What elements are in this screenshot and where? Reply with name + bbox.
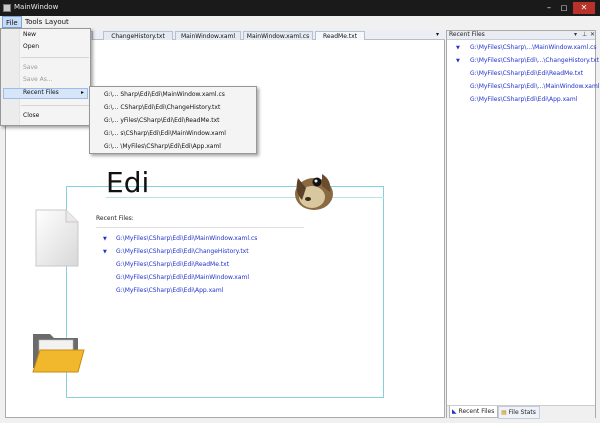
tab-mainwindow-xaml[interactable]: MainWindow.xaml	[175, 31, 241, 40]
tab-file-stats-label: File Stats	[508, 409, 536, 416]
recent-link[interactable]: G:\MyFiles\CSharp\Edi\Edi\MainWindow.xam…	[116, 235, 257, 242]
recent-files-tab-icon: ◣	[452, 408, 457, 415]
recent-link[interactable]: G:\MyFiles\CSharp\Edi\Edi\App.xaml	[116, 287, 223, 294]
tab-changehistory[interactable]: ChangeHistory.txt	[103, 31, 173, 40]
menu-icon-gutter	[1, 29, 20, 125]
submenu-recent-item[interactable]: G:\... \MyFiles\CSharp\Edi\Edi\App.xaml	[104, 142, 221, 152]
recent-link[interactable]: G:\MyFiles\CSharp\Edi\Edi\ChangeHistory.…	[116, 248, 249, 255]
panel-close-icon[interactable]: ✕	[590, 31, 595, 38]
window-title: MainWindow	[14, 3, 59, 11]
document-icon	[35, 209, 79, 267]
app-icon[interactable]	[3, 4, 11, 12]
tab-mainwindow-xaml-cs[interactable]: MainWindow.xaml.cs	[243, 31, 313, 40]
panel-dropdown-icon[interactable]: ▾	[574, 31, 577, 38]
menu-bar: File Tools Layout	[0, 16, 600, 28]
menu-separator	[21, 57, 89, 58]
menu-close[interactable]: Close	[23, 111, 39, 121]
minimize-button[interactable]: –	[542, 2, 556, 14]
recent-files-submenu: G:\... Sharp\Edi\Edi\MainWindow.xaml.cs …	[89, 86, 257, 154]
pin-icon[interactable]: ▼	[103, 236, 107, 242]
tab-recent-files-label: Recent Files	[458, 408, 495, 415]
recent-files-divider	[96, 227, 304, 228]
submenu-recent-item[interactable]: G:\... s\CSharp\Edi\Edi\MainWindow.xaml	[104, 129, 226, 139]
start-page-title: Edi	[106, 166, 150, 199]
close-window-button[interactable]: ✕	[573, 2, 595, 14]
title-bar: MainWindow – □ ✕	[0, 0, 600, 16]
submenu-recent-item[interactable]: G:\... CSharp\Edi\Edi\ChangeHistory.txt	[104, 103, 220, 113]
recent-files-heading: Recent Files:	[96, 215, 134, 222]
tab-file-stats[interactable]: ▦ File Stats	[498, 406, 540, 419]
menu-file[interactable]: File	[2, 16, 22, 28]
pin-icon[interactable]: ▼	[456, 58, 460, 64]
file-menu-dropdown: New Open Save Save As... Recent Files ▸ …	[0, 28, 91, 126]
panel-title: Recent Files	[449, 31, 485, 38]
menu-save[interactable]: Save	[23, 63, 38, 73]
menu-layout[interactable]: Layout	[42, 16, 72, 28]
menu-separator	[21, 105, 89, 106]
menu-recent-files-label: Recent Files	[23, 89, 59, 96]
panel-recent-link[interactable]: G:\MyFiles\CSharp\Edi\...\ChangeHistory.…	[470, 57, 599, 64]
tab-readme[interactable]: ReadMe.txt	[315, 31, 365, 40]
title-divider	[106, 197, 384, 198]
menu-open[interactable]: Open	[23, 42, 39, 52]
pin-icon[interactable]: ▼	[103, 249, 107, 255]
panel-recent-link[interactable]: G:\MyFiles\CSharp\Edi\Edi\App.xaml	[470, 96, 577, 103]
dog-logo-icon	[295, 174, 333, 210]
menu-save-as[interactable]: Save As...	[23, 75, 53, 85]
submenu-recent-item[interactable]: G:\... yFiles\CSharp\Edi\Edi\ReadMe.txt	[104, 116, 220, 126]
panel-recent-link[interactable]: G:\MyFiles\CSharp\Edi\...\MainWindow.xam…	[470, 83, 600, 90]
file-stats-tab-icon: ▦	[501, 409, 507, 416]
submenu-arrow-icon: ▸	[81, 89, 85, 96]
folder-icon	[32, 334, 85, 373]
recent-link[interactable]: G:\MyFiles\CSharp\Edi\Edi\MainWindow.xam…	[116, 274, 249, 281]
recent-link[interactable]: G:\MyFiles\CSharp\Edi\Edi\ReadMe.txt	[116, 261, 229, 268]
maximize-button[interactable]: □	[557, 2, 571, 14]
submenu-recent-item[interactable]: G:\... Sharp\Edi\Edi\MainWindow.xaml.cs	[104, 90, 225, 100]
tab-recent-files[interactable]: ◣ Recent Files	[449, 406, 499, 418]
menu-new[interactable]: New	[23, 30, 36, 40]
tab-overflow-dropdown[interactable]: ▾	[436, 31, 439, 38]
panel-pin-icon[interactable]: ⊥	[582, 31, 587, 38]
pin-icon[interactable]: ▼	[456, 45, 460, 51]
panel-recent-link[interactable]: G:\MyFiles\CSharp\...\MainWindow.xaml.cs	[470, 44, 597, 51]
panel-recent-link[interactable]: G:\MyFiles\CSharp\Edi\Edi\ReadMe.txt	[470, 70, 583, 77]
